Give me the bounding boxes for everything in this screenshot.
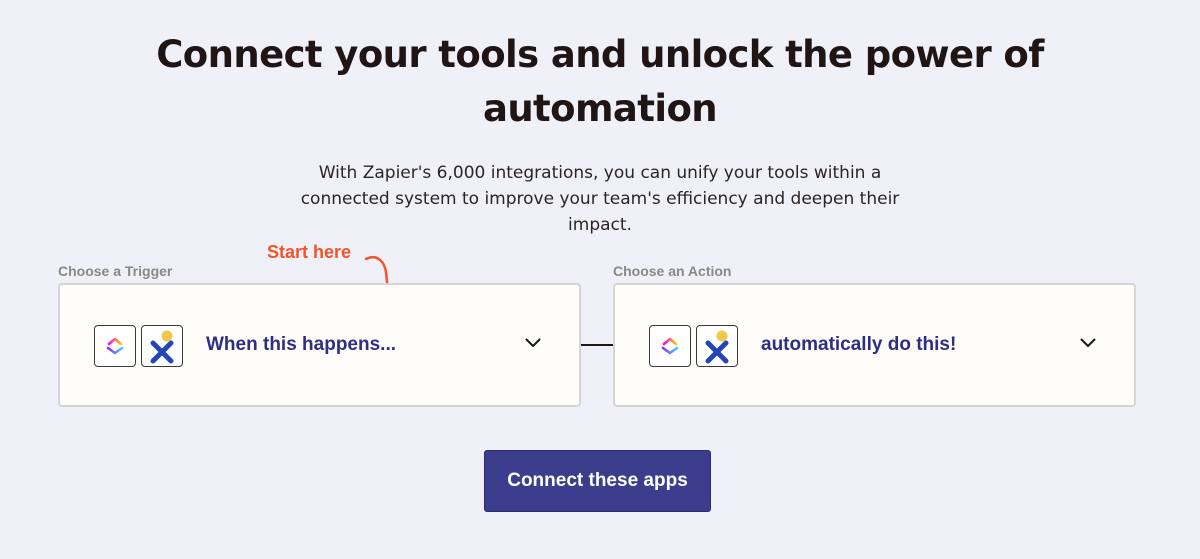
connector-line — [581, 344, 613, 346]
clickup-app-tile[interactable] — [94, 325, 136, 367]
action-section-label: Choose an Action — [613, 263, 732, 279]
trigger-selector[interactable]: When this happens... — [58, 283, 581, 407]
page-title: Connect your tools and unlock the power … — [156, 33, 1044, 130]
clickup-icon — [661, 337, 679, 355]
page-subtitle: With Zapier's 6,000 integrations, you ca… — [300, 163, 900, 235]
trigger-section-label: Choose a Trigger — [58, 263, 173, 279]
action-selector[interactable]: automatically do this! — [613, 283, 1136, 407]
nextcloud-app-tile[interactable] — [696, 325, 738, 367]
start-here-annotation: Start here — [267, 242, 352, 262]
chevron-down-icon[interactable] — [525, 338, 541, 348]
trigger-placeholder: When this happens... — [206, 334, 397, 355]
clickup-app-tile[interactable] — [649, 325, 691, 367]
nextcloud-x-icon — [705, 330, 729, 364]
page: Connect your tools and unlock the power … — [0, 0, 1200, 559]
clickup-icon — [106, 337, 124, 355]
connect-apps-button[interactable]: Connect these apps — [484, 450, 711, 512]
chevron-down-icon[interactable] — [1080, 338, 1096, 348]
action-placeholder: automatically do this! — [761, 334, 957, 355]
nextcloud-x-icon — [150, 330, 174, 364]
nextcloud-app-tile[interactable] — [141, 325, 183, 367]
